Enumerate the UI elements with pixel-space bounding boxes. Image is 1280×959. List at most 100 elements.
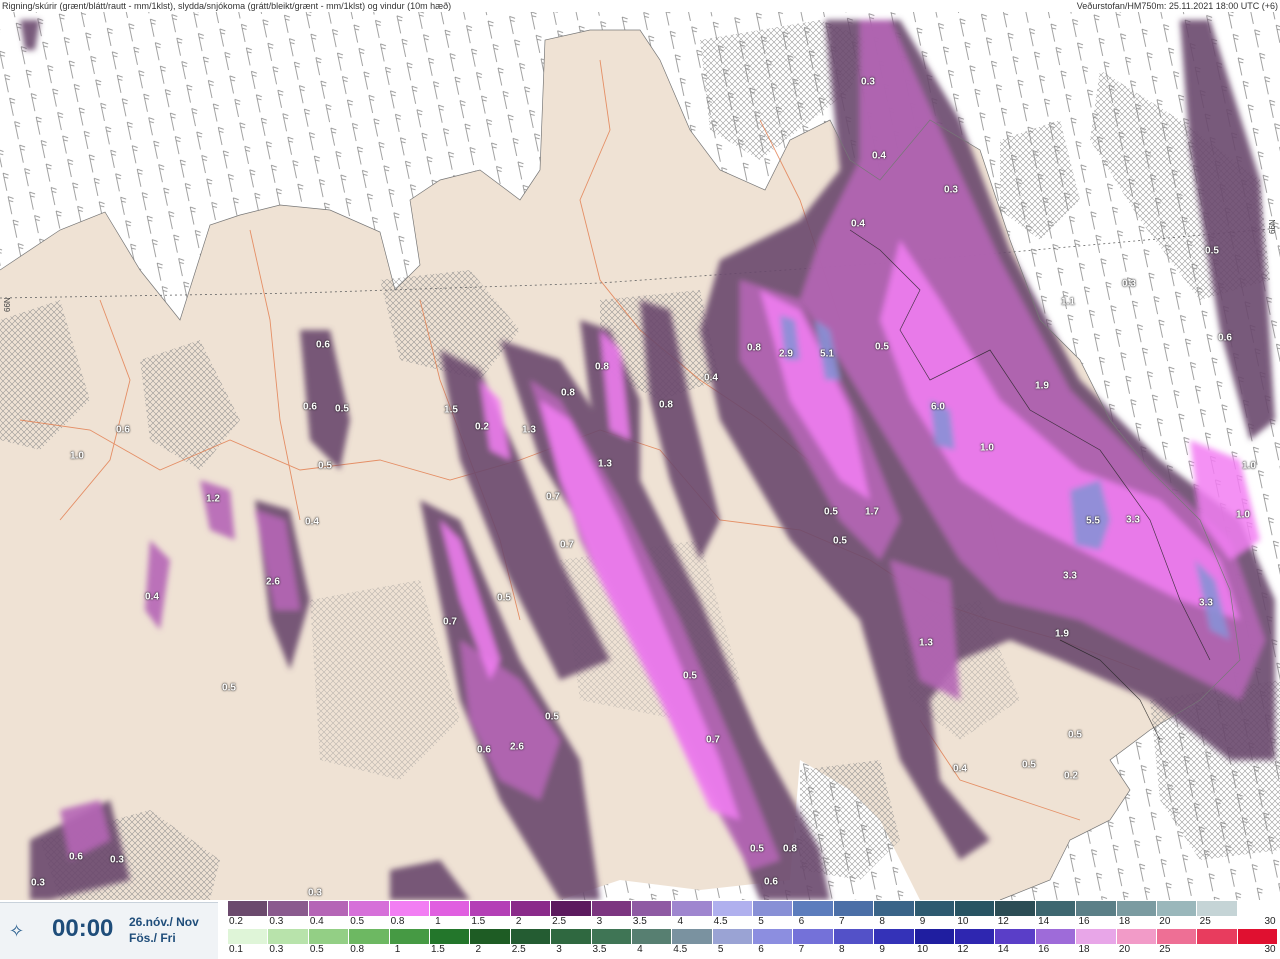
snow-legend-swatch: [1076, 901, 1117, 916]
rain-legend-tick: 30: [1264, 944, 1276, 955]
precip-value-label: 0.6: [1218, 332, 1232, 344]
rain-legend-swatch: [1156, 929, 1198, 944]
snow-legend-tick: 7: [838, 916, 845, 927]
snow-legend-tick: 0.5: [350, 916, 365, 927]
precip-value-label: 0.5: [1068, 729, 1082, 741]
rain-legend-tick: 0.8: [350, 944, 365, 955]
rain-legend-ticks: 0.1 0.3 0.5 0.8 1 1.5 2 2.5 3 3.5 4 4.5 5 6 7 8 9 10 12 14 1…: [228, 944, 1278, 956]
rain-legend-swatch: [712, 929, 754, 944]
precip-value-label: 6.0: [931, 401, 945, 413]
precip-value-label: 1.7: [865, 506, 879, 518]
snow-legend-swatch: [308, 901, 350, 916]
weather-map[interactable]: [0, 0, 1280, 958]
rain-legend-swatch: [389, 929, 430, 944]
snow-legend-swatch: [349, 901, 390, 916]
rain-legend-tick: 0.5: [309, 944, 324, 955]
rain-legend-tick: 3: [556, 944, 562, 955]
snow-legend-tick: 16: [1078, 916, 1090, 927]
precip-value-label: 0.8: [561, 387, 575, 399]
precip-value-label: 1.9: [1035, 380, 1049, 392]
precip-value-label: 1.3: [919, 637, 933, 649]
rain-legend-tick: 7: [798, 944, 805, 955]
rain-legend-swatch: [874, 929, 915, 944]
rain-legend-tick: 0.3: [269, 944, 284, 955]
precip-value-label: 0.6: [764, 876, 778, 888]
snow-legend-swatches: [228, 901, 1279, 916]
precip-value-label: 5.5: [1086, 515, 1100, 527]
rain-legend-swatch: [955, 929, 996, 944]
snow-legend-tick: 6: [798, 916, 805, 927]
rain-legend-tick: 14: [997, 944, 1009, 955]
rain-legend-swatch: [308, 929, 350, 944]
precip-value-label: 2.6: [510, 741, 524, 753]
precip-value-label: 1.1: [1061, 296, 1075, 308]
precip-value-label: 0.7: [443, 616, 457, 628]
precip-value-label: 0.3: [31, 877, 45, 889]
rain-legend-tick: 9: [879, 944, 885, 955]
snow-legend-tick: 2: [515, 916, 522, 927]
rain-legend-swatch: [470, 929, 511, 944]
precip-value-label: 2.6: [266, 576, 280, 588]
snow-legend-tick: 1.5: [471, 916, 486, 927]
precip-value-label: 0.8: [747, 342, 761, 354]
precip-value-label: 0.5: [1205, 245, 1219, 257]
snow-legend-tick: 18: [1118, 916, 1131, 927]
snow-legend-swatch: [793, 901, 834, 916]
snow-legend-tick: 0.3: [269, 916, 284, 927]
precip-value-label: 0.3: [944, 184, 958, 196]
precip-value-label: 0.6: [116, 424, 130, 436]
precip-value-label: 0.4: [145, 591, 159, 603]
precip-value-label: 0.5: [318, 460, 332, 472]
color-legends: 0.2 0.3 0.4 0.5 0.8 1 1.5 2 2.5 3 3.5 4 4.5 5 6 7 8 9 10 12…: [228, 900, 1279, 958]
rain-legend-swatch: [631, 929, 673, 944]
snow-legend-swatch: [551, 901, 592, 916]
precip-value-label: 0.2: [475, 421, 489, 433]
snow-legend-swatch: [874, 901, 915, 916]
rain-legend-swatch: [1116, 929, 1157, 944]
precip-value-label: 0.5: [824, 506, 838, 518]
rain-legend-swatch: [591, 929, 632, 944]
snow-legend-tick: 0.4: [309, 916, 324, 927]
precip-value-label: 1.3: [598, 458, 612, 470]
rain-legend-swatch: [833, 929, 875, 944]
rain-legend-swatch: [753, 929, 794, 944]
rain-legend-swatch: [995, 929, 1036, 944]
snow-legend-swatch: [712, 901, 754, 916]
precip-value-label: 1.5: [444, 404, 458, 416]
precip-value-label: 0.3: [110, 854, 124, 866]
snow-legend-tick: 9: [919, 916, 926, 927]
rain-legend-tick: 20: [1118, 944, 1131, 955]
snow-legend-swatch: [1035, 901, 1077, 916]
rain-legend-swatch: [914, 929, 956, 944]
precip-value-label: 3.3: [1199, 597, 1213, 609]
snow-legend-tick: 4: [677, 916, 683, 927]
precip-value-label: 0.3: [1122, 278, 1136, 290]
precip-value-label: 0.2: [1064, 770, 1078, 782]
precip-value-label: 1.0: [70, 450, 84, 462]
precip-value-label: 0.5: [683, 670, 697, 682]
snow-legend-tick: 3: [596, 916, 603, 927]
compass-star-icon[interactable]: ✧: [9, 922, 24, 940]
snow-legend-swatch: [268, 901, 309, 916]
rain-legend-swatch: [268, 929, 309, 944]
snow-legend-swatch: [753, 901, 794, 916]
precip-value-label: 0.4: [851, 218, 865, 230]
precip-value-label: 0.7: [546, 491, 560, 503]
snow-legend-tick: 30: [1264, 916, 1276, 927]
precip-value-label: 0.8: [659, 399, 673, 411]
time-panel[interactable]: ✧ 00:00 26.nóv./ Nov Fös./ Fri: [0, 902, 218, 959]
rain-legend-swatches: [228, 929, 1279, 944]
rain-legend-tick: 25: [1159, 944, 1171, 955]
precip-value-label: 0.5: [222, 682, 236, 694]
precip-value-label: 0.4: [953, 763, 967, 775]
forecast-time: 00:00: [52, 915, 114, 942]
precip-value-label: 3.3: [1063, 570, 1077, 582]
rain-legend-tick: 12: [957, 944, 969, 955]
snow-legend-swatch: [510, 901, 552, 916]
rain-legend-tick: 10: [916, 944, 929, 955]
precip-value-label: 1.3: [522, 424, 536, 436]
precip-value-label: 0.5: [335, 403, 349, 415]
precip-value-label: 0.3: [308, 887, 322, 899]
precip-value-label: 3.3: [1126, 514, 1140, 526]
snow-legend-swatch: [591, 901, 632, 916]
